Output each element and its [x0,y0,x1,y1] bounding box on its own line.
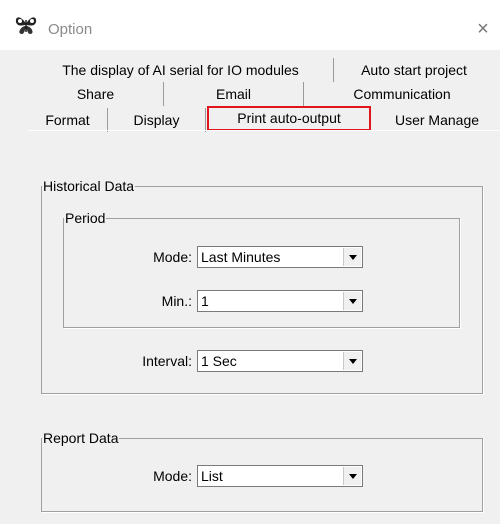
report-mode-select[interactable]: List [197,465,363,487]
report-data-title: Report Data [43,430,119,446]
tab-strip-divider [28,130,500,131]
tab-print-auto-output[interactable]: Print auto-output [207,106,371,131]
tab-user-manage[interactable]: User Manage [374,108,500,132]
tab-email[interactable]: Email [164,82,304,106]
tab-share[interactable]: Share [28,82,164,106]
period-mode-select[interactable]: Last Minutes [197,246,363,268]
chevron-down-icon[interactable] [343,467,361,485]
period-min-label: Min.: [161,293,192,309]
interval-label: Interval: [142,353,192,369]
chevron-down-icon[interactable] [343,352,361,370]
period-title: Period [65,210,106,226]
butterfly-icon [14,14,38,36]
period-mode-label: Mode: [153,249,192,265]
tab-display[interactable]: Display [108,108,206,132]
tab-format[interactable]: Format [28,108,108,132]
window-title: Option [48,21,93,38]
interval-select[interactable]: 1 Sec [197,350,363,372]
period-min-value: 1 [201,293,209,309]
chevron-down-icon[interactable] [343,248,361,266]
report-mode-value: List [201,468,223,484]
tab-auto-start-project[interactable]: Auto start project [334,58,494,82]
chevron-down-icon[interactable] [343,292,361,310]
tab-ai-serial-display[interactable]: The display of AI serial for IO modules [28,58,334,82]
interval-value: 1 Sec [201,353,237,369]
tab-communication[interactable]: Communication [304,82,500,106]
report-mode-label: Mode: [153,468,192,484]
period-min-select[interactable]: 1 [197,290,363,312]
close-icon[interactable]: × [466,14,500,44]
title-bar: Option × [0,0,500,50]
period-mode-value: Last Minutes [201,249,281,265]
historical-data-title: Historical Data [43,178,135,194]
